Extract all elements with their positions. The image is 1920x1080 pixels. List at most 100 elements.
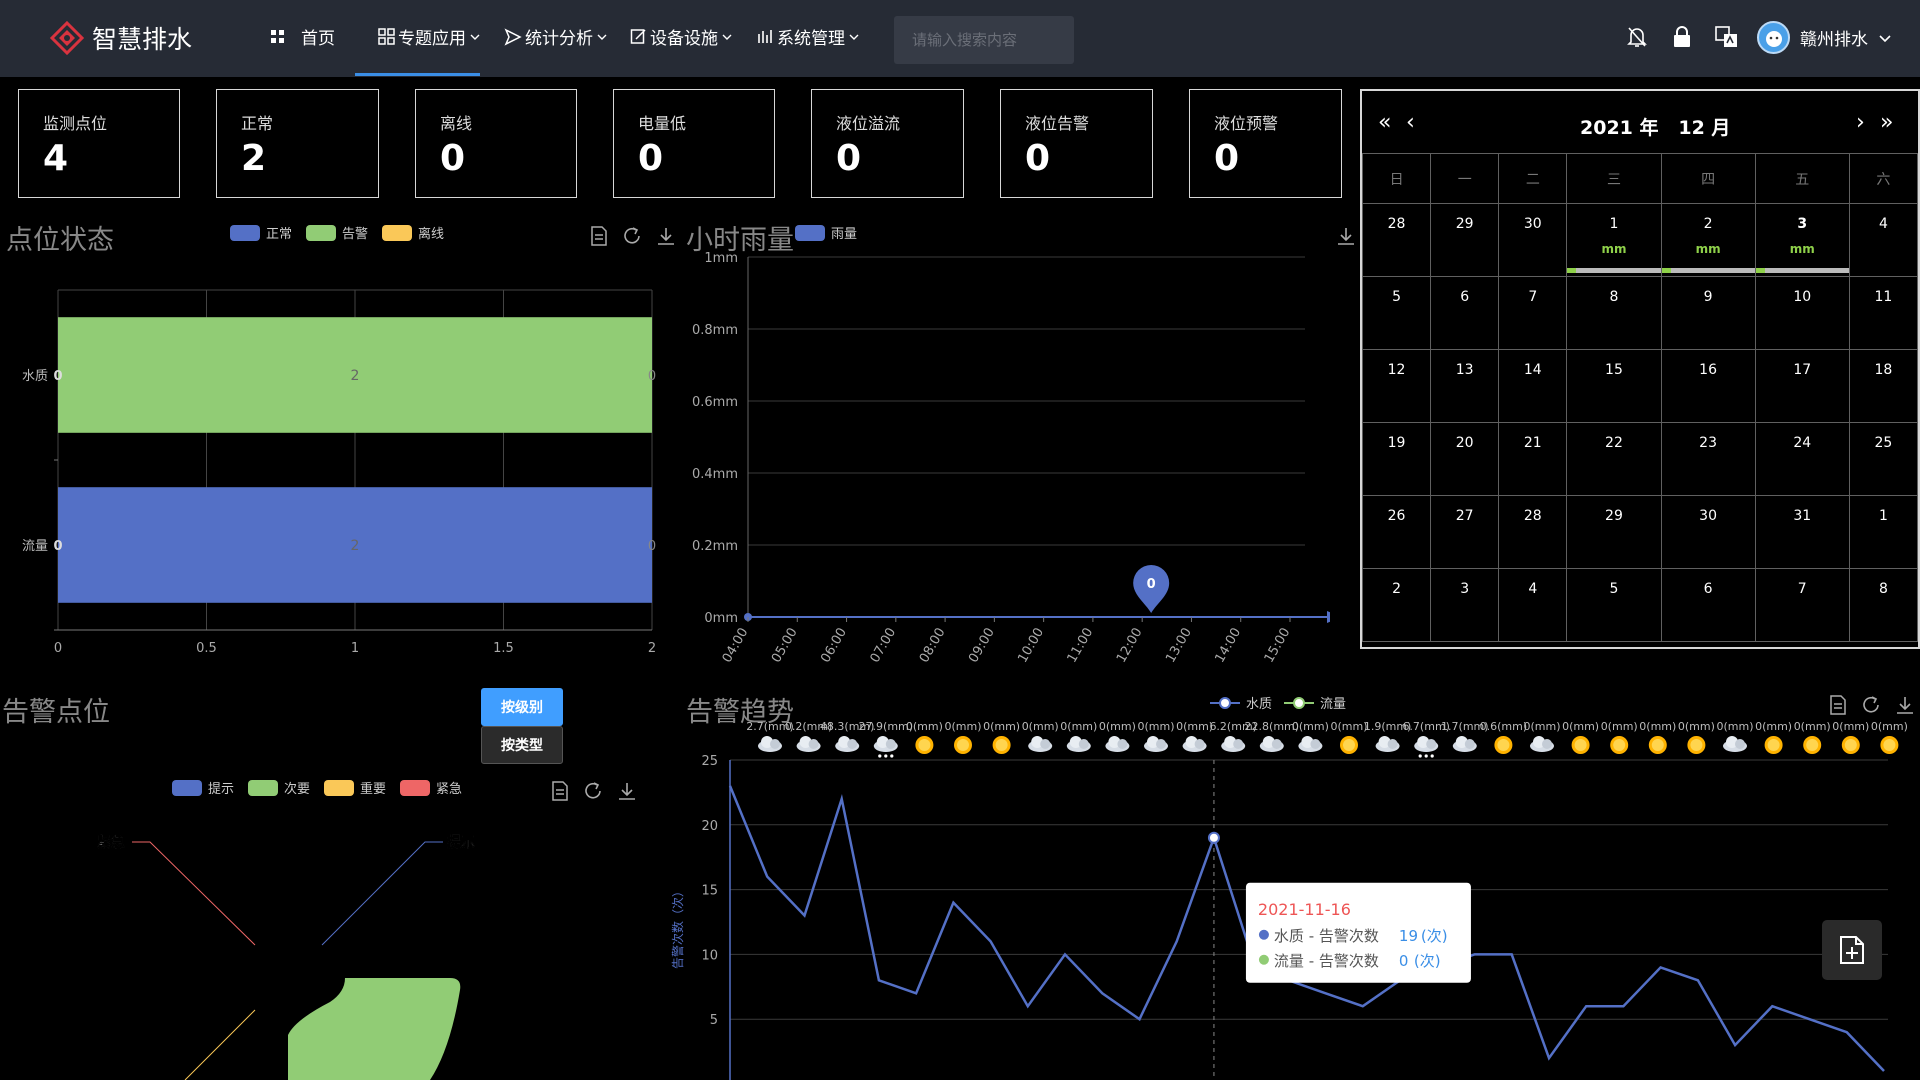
translate-icon[interactable] (1715, 26, 1739, 48)
nav-system[interactable]: 系统管理 (757, 24, 860, 49)
calendar-day-cell[interactable]: 4 (1848, 203, 1919, 277)
calendar-day-cell[interactable]: 2 (1361, 568, 1432, 642)
calendar-day-cell[interactable]: 7 (1754, 568, 1850, 642)
weekday-row: 日一二三四五六 (1361, 153, 1919, 204)
calendar-day-cell[interactable]: 2 mm (1660, 203, 1756, 277)
download-icon[interactable] (1336, 226, 1356, 246)
legend-item[interactable]: 流量 (1284, 693, 1346, 712)
calendar-day-cell[interactable]: 16 (1660, 349, 1756, 423)
nav-devices-label: 设备设施 (650, 29, 718, 49)
legend-item[interactable]: 告警 (306, 223, 368, 242)
legend-item[interactable]: 雨量 (795, 223, 857, 242)
calendar-day-cell[interactable]: 15 (1566, 349, 1662, 423)
calendar-day-cell[interactable]: 4 (1498, 568, 1568, 642)
calendar-day-cell[interactable]: 6 (1660, 568, 1756, 642)
nav-stats[interactable]: 统计分析 (504, 24, 608, 49)
calendar-day-cell[interactable]: 22 (1566, 422, 1662, 496)
next-year-icon[interactable]: » (1880, 110, 1893, 135)
calendar-day-cell[interactable]: 20 (1430, 422, 1500, 496)
calendar-day-cell[interactable]: 25 (1848, 422, 1919, 496)
calendar-day-number: 1 (1878, 508, 1888, 524)
calendar-day-cell[interactable]: 18 (1848, 349, 1919, 423)
download-icon[interactable] (617, 781, 637, 801)
calendar-day-cell[interactable]: 7 (1498, 276, 1568, 350)
nav-devices[interactable]: 设备设施 (630, 24, 733, 49)
bell-off-icon[interactable] (1627, 26, 1647, 48)
legend-item[interactable]: 水质 (1210, 693, 1272, 712)
refresh-icon[interactable] (583, 781, 603, 801)
calendar-day-cell[interactable]: 27 (1430, 495, 1500, 569)
calendar-day-cell[interactable]: 10 (1754, 276, 1850, 350)
calendar-day-cell[interactable]: 14 (1498, 349, 1568, 423)
weekday-header: 二 (1498, 153, 1568, 204)
legend-item[interactable]: 提示 (172, 778, 234, 797)
calendar-day-cell[interactable]: 21 (1498, 422, 1568, 496)
lock-icon[interactable] (1672, 26, 1692, 48)
calendar-day-cell[interactable]: 28 (1498, 495, 1568, 569)
legend-label: 次要 (284, 782, 311, 797)
stat-card-monitor[interactable]: 监测点位 4 (18, 89, 180, 198)
rainfall-label: 0(mm) (1137, 720, 1174, 733)
calendar-day-cell[interactable]: 5 (1566, 568, 1662, 642)
calendar-day-cell[interactable]: 30 (1660, 495, 1756, 569)
calendar-day-cell[interactable]: 30 (1498, 203, 1568, 277)
calendar-day-cell[interactable]: 29 (1430, 203, 1500, 277)
app-logo[interactable]: 智慧排水 (50, 20, 192, 56)
calendar-day-cell[interactable]: 1 (1848, 495, 1919, 569)
next-month-icon[interactable]: › (1856, 110, 1865, 135)
prev-year-icon[interactable]: « (1378, 110, 1391, 135)
legend-item[interactable]: 正常 (230, 223, 292, 242)
calendar-day-cell[interactable]: 12 (1361, 349, 1432, 423)
prev-month-icon[interactable]: ‹ (1406, 110, 1415, 135)
calendar-day-cell[interactable]: 19 (1361, 422, 1432, 496)
calendar-day-cell[interactable]: 24 (1754, 422, 1850, 496)
calendar-day-number: 25 (1874, 435, 1893, 451)
calendar-day-cell[interactable]: 1 mm (1566, 203, 1662, 277)
calendar-day-cell[interactable]: 6 (1430, 276, 1500, 350)
calendar-day-number: 29 (1605, 508, 1623, 524)
search-input[interactable] (894, 16, 1074, 64)
calendar-day-cell[interactable]: 26 (1361, 495, 1432, 569)
stat-card-overflow[interactable]: 液位溢流 0 (811, 89, 964, 198)
legend-item[interactable]: 紧急 (400, 778, 462, 797)
calendar-day-number: 5 (1392, 289, 1402, 305)
calendar-day-cell[interactable]: 3 (1430, 568, 1500, 642)
legend-item[interactable]: 重要 (324, 778, 386, 797)
export-float-button[interactable] (1822, 920, 1882, 980)
user-menu[interactable]: 赣州排水 (1757, 21, 1892, 54)
calendar-header: « ‹ 2021 年 12 月 › » (1362, 91, 1918, 153)
nav-stats-label: 统计分析 (525, 29, 593, 49)
rainfall-label: 0(mm) (1330, 720, 1367, 733)
data-view-icon[interactable] (551, 781, 569, 801)
calendar-day-cell[interactable]: 5 (1361, 276, 1432, 350)
download-icon[interactable] (656, 226, 676, 246)
cloud-icon (758, 736, 782, 752)
calendar-day-cell[interactable]: 29 (1566, 495, 1662, 569)
calendar-day-number: 3 (1460, 581, 1470, 597)
by-type-button[interactable]: 按类型 (481, 726, 563, 764)
by-level-button[interactable]: 按级别 (481, 688, 563, 726)
legend-item[interactable]: 离线 (382, 223, 444, 242)
legend-item[interactable]: 次要 (248, 778, 310, 797)
calendar-day-cell[interactable]: 11 (1848, 276, 1919, 350)
stat-card-level-warning[interactable]: 液位预警 0 (1189, 89, 1342, 198)
refresh-icon[interactable] (622, 226, 642, 246)
stat-card-low-battery[interactable]: 电量低 0 (613, 89, 775, 198)
stat-card-offline[interactable]: 离线 0 (415, 89, 577, 198)
nav-apps[interactable]: 专题应用 (378, 24, 481, 49)
calendar-day-cell[interactable]: 3 mm (1754, 203, 1850, 277)
calendar-day-cell[interactable]: 28 (1361, 203, 1432, 277)
stat-card-normal[interactable]: 正常 2 (216, 89, 379, 198)
calendar-day-cell[interactable]: 31 (1754, 495, 1850, 569)
calendar-day-cell[interactable]: 9 (1660, 276, 1756, 350)
calendar-day-cell[interactable]: 8 (1566, 276, 1662, 350)
tooltip-series-name: 流量 - 告警次数 (1274, 952, 1379, 970)
stat-card-level-alarm[interactable]: 液位告警 0 (1000, 89, 1153, 198)
calendar-day-cell[interactable]: 13 (1430, 349, 1500, 423)
nav-home[interactable]: 首页 (270, 24, 335, 49)
calendar-day-cell[interactable]: 23 (1660, 422, 1756, 496)
legend-swatch (400, 779, 431, 796)
calendar-day-cell[interactable]: 8 (1848, 568, 1919, 642)
data-view-icon[interactable] (590, 226, 608, 246)
calendar-day-cell[interactable]: 17 (1754, 349, 1850, 423)
